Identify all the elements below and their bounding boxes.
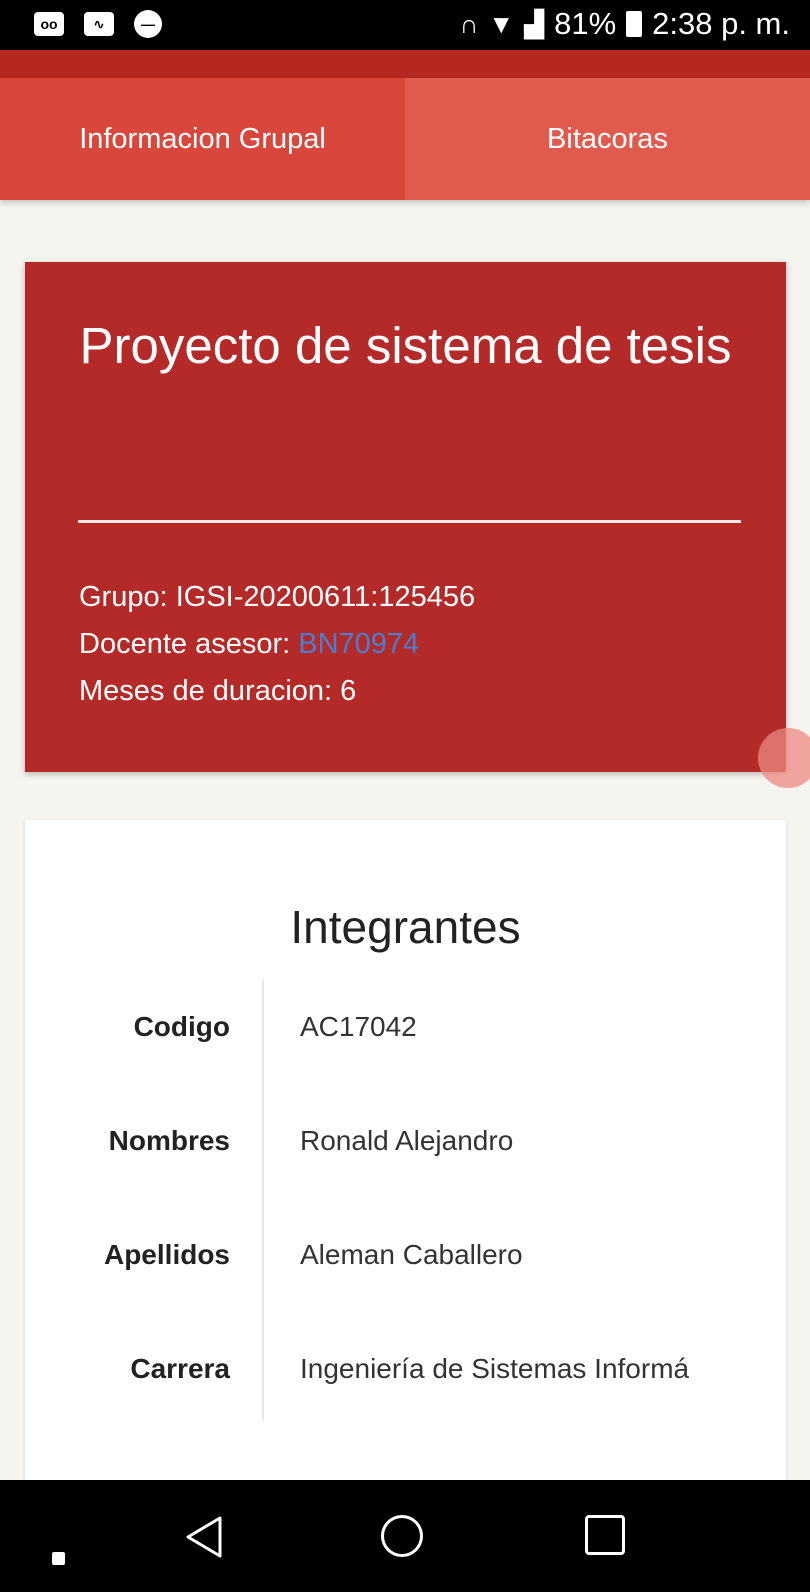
floating-action-button[interactable] bbox=[758, 728, 810, 788]
tab-label: Bitacoras bbox=[547, 122, 668, 155]
table-row: Codigo AC17042 bbox=[25, 975, 786, 1089]
app-bar bbox=[0, 50, 810, 78]
row-label-apellidos: Apellidos bbox=[103, 1239, 230, 1270]
project-title: Proyecto de sistema de tesis bbox=[79, 317, 732, 374]
tab-label: Informacion Grupal bbox=[79, 122, 326, 155]
tab-informacion-grupal[interactable]: Informacion Grupal bbox=[0, 78, 405, 200]
status-bar: oo ∿ — ∩ ▼ ▟ 81% 2:38 p. m. bbox=[0, 0, 810, 50]
recents-icon[interactable] bbox=[585, 1515, 625, 1555]
signal-icon: ▟ bbox=[524, 8, 545, 39]
advisor-link[interactable]: BN70974 bbox=[298, 628, 419, 660]
battery-icon bbox=[626, 11, 643, 37]
home-icon[interactable] bbox=[381, 1515, 423, 1557]
row-label-carrera: Carrera bbox=[130, 1353, 230, 1384]
row-value-carrera: Ingeniería de Sistemas Informá bbox=[300, 1353, 690, 1384]
battery-percent: 81% bbox=[554, 6, 617, 41]
voicemail-icon: oo bbox=[34, 12, 64, 36]
row-value-nombres: Ronald Alejandro bbox=[300, 1125, 514, 1156]
advisor-label: Docente asesor: bbox=[79, 628, 299, 660]
wifi-icon: ▼ bbox=[488, 8, 515, 39]
table-row: Apellidos Aleman Caballero bbox=[25, 1203, 786, 1317]
row-value-codigo: AC17042 bbox=[300, 1011, 417, 1042]
project-info: Grupo: IGSI-20200611:125456 Docente ases… bbox=[79, 574, 475, 715]
tab-bar: Informacion Grupal Bitacoras bbox=[0, 78, 810, 200]
square-dot-icon[interactable] bbox=[52, 1552, 65, 1565]
duration-value: 6 bbox=[340, 675, 357, 707]
project-card: Proyecto de sistema de tesis Grupo: IGSI… bbox=[25, 262, 786, 772]
members-title: Integrantes bbox=[290, 901, 521, 953]
group-value: IGSI-20200611:125456 bbox=[175, 581, 476, 613]
table-row: Nombres Ronald Alejandro bbox=[25, 1089, 786, 1203]
do-not-disturb-icon: — bbox=[134, 10, 162, 38]
activity-icon: ∿ bbox=[84, 12, 114, 36]
group-line: Grupo: IGSI-20200611:125456 bbox=[79, 574, 475, 621]
back-icon[interactable] bbox=[180, 1512, 230, 1562]
tab-bitacoras[interactable]: Bitacoras bbox=[405, 78, 810, 200]
row-label-nombres: Nombres bbox=[108, 1125, 230, 1156]
duration-line: Meses de duracion: 6 bbox=[79, 668, 475, 715]
row-label-codigo: Codigo bbox=[133, 1011, 230, 1042]
group-label: Grupo: bbox=[79, 581, 176, 613]
members-table: Codigo AC17042 Nombres Ronald Alejandro … bbox=[25, 975, 786, 1431]
clock: 2:38 p. m. bbox=[652, 6, 790, 41]
divider bbox=[78, 520, 741, 523]
row-value-apellidos: Aleman Caballero bbox=[300, 1239, 523, 1270]
headphones-icon: ∩ bbox=[459, 8, 479, 39]
duration-label: Meses de duracion: bbox=[79, 675, 341, 707]
members-card: Integrantes Codigo AC17042 Nombres Ronal… bbox=[25, 820, 786, 1520]
table-row: Carrera Ingeniería de Sistemas Informá bbox=[25, 1317, 786, 1431]
advisor-line: Docente asesor: BN70974 bbox=[79, 621, 475, 668]
